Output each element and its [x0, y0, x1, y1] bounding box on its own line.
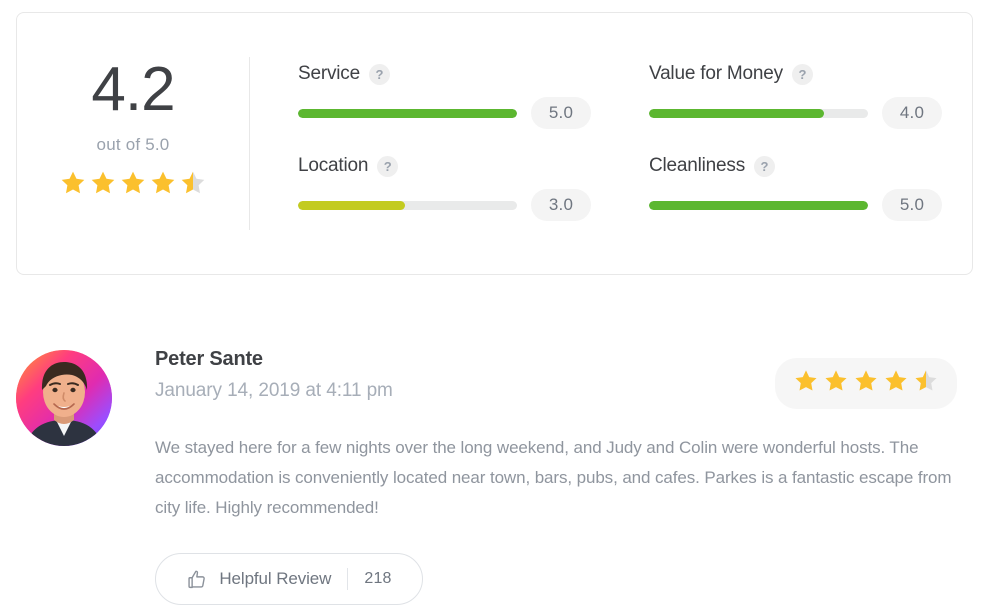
criteria-row: Cleanliness? 5.0	[649, 155, 942, 221]
overall-score-value: 4.2	[91, 55, 175, 124]
review-date: January 14, 2019 at 4:11 pm	[155, 380, 393, 401]
helpful-review-count: 218	[364, 570, 392, 587]
question-mark-icon[interactable]: ?	[377, 155, 399, 177]
criteria-bar-track	[649, 108, 868, 118]
helpful-review-label: Helpful Review	[219, 569, 332, 588]
helpful-review-button[interactable]: Helpful Review 218	[155, 553, 423, 605]
criteria-bars-grid: Service? 5.0 Value for Money? 4.0 Location? 3…	[250, 13, 972, 274]
review-content: Peter Sante January 14, 2019 at 4:11 pm …	[155, 348, 973, 605]
criteria-label-line: Location?	[298, 155, 591, 177]
criteria-row: Service? 5.0	[298, 63, 591, 129]
star-icon	[793, 368, 819, 399]
review-star-rating	[775, 358, 957, 409]
criteria-row: Location? 3.0	[298, 155, 591, 221]
star-icon	[119, 169, 147, 202]
overall-star-rating	[59, 169, 207, 202]
overall-score-outof-label: out of 5.0	[96, 135, 170, 154]
criteria-bar-fill	[298, 108, 517, 118]
criteria-bar-fill	[649, 200, 868, 210]
criteria-label-line: Value for Money?	[649, 63, 942, 85]
criteria-bar-track	[649, 200, 868, 210]
thumbs-up-icon	[186, 569, 207, 590]
criteria-label-line: Service?	[298, 63, 591, 85]
criteria-label: Cleanliness	[649, 155, 746, 176]
question-mark-icon[interactable]: ?	[791, 63, 813, 85]
reviewer-info: Peter Sante January 14, 2019 at 4:11 pm	[155, 348, 393, 402]
criteria-row: Value for Money? 4.0	[649, 63, 942, 129]
question-mark-icon[interactable]: ?	[754, 155, 776, 177]
review-item: Peter Sante January 14, 2019 at 4:11 pm …	[16, 348, 973, 605]
criteria-bar-track	[298, 108, 517, 118]
star-icon	[89, 169, 117, 202]
star-icon	[59, 169, 87, 202]
star-icon	[823, 368, 849, 399]
review-summary-page: 4.2 out of 5.0 Service? 5.0 Value for Mone…	[0, 0, 989, 615]
criteria-bar-line: 5.0	[298, 97, 591, 129]
star-icon	[179, 169, 207, 202]
criteria-value: 3.0	[531, 189, 591, 221]
helpful-divider	[347, 568, 349, 590]
criteria-label-line: Cleanliness?	[649, 155, 942, 177]
star-icon	[883, 368, 909, 399]
criteria-value: 5.0	[531, 97, 591, 129]
criteria-bar-line: 4.0	[649, 97, 942, 129]
overall-score-block: 4.2 out of 5.0	[17, 13, 249, 274]
star-icon	[913, 368, 939, 399]
criteria-label: Location	[298, 155, 369, 176]
criteria-bar-line: 5.0	[649, 189, 942, 221]
avatar	[16, 350, 112, 446]
review-text: We stayed here for a few nights over the…	[155, 438, 952, 517]
question-mark-icon[interactable]: ?	[368, 63, 390, 85]
rating-summary-card: 4.2 out of 5.0 Service? 5.0 Value for Mone…	[16, 12, 973, 275]
criteria-value: 5.0	[882, 189, 942, 221]
criteria-bar-line: 3.0	[298, 189, 591, 221]
criteria-value: 4.0	[882, 97, 942, 129]
reviewer-name: Peter Sante	[155, 348, 263, 370]
star-icon	[853, 368, 879, 399]
review-header: Peter Sante January 14, 2019 at 4:11 pm	[155, 348, 973, 409]
criteria-label: Service	[298, 63, 360, 84]
criteria-label: Value for Money	[649, 63, 783, 84]
criteria-bar-fill	[649, 108, 825, 118]
star-icon	[149, 169, 177, 202]
criteria-bar-track	[298, 200, 517, 210]
criteria-bar-fill	[298, 200, 406, 210]
